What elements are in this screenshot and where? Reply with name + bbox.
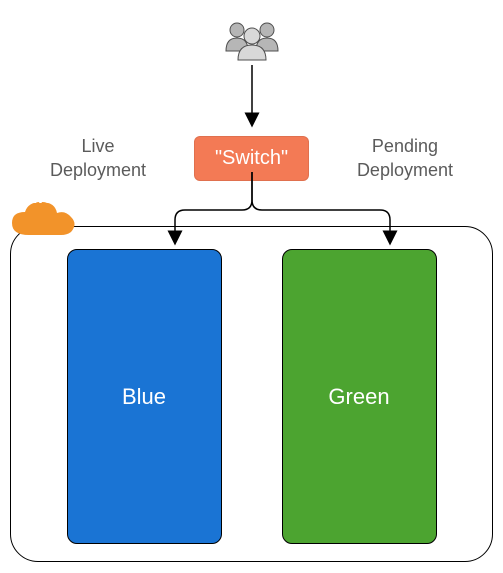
switch-button: "Switch" <box>194 136 309 181</box>
live-deployment-label: LiveDeployment <box>50 134 146 183</box>
blue-environment: Blue <box>67 249 222 544</box>
green-environment: Green <box>282 249 437 544</box>
diagram-root: LiveDeployment "Switch" PendingDeploymen… <box>0 0 503 573</box>
aws-cloud-container: AWS Blue Green <box>10 226 493 562</box>
environments-row: Blue Green <box>11 249 492 544</box>
aws-cloud-icon: AWS <box>9 199 79 244</box>
label-row: LiveDeployment "Switch" PendingDeploymen… <box>0 134 503 183</box>
aws-label: AWS <box>23 191 53 206</box>
pending-deployment-label: PendingDeployment <box>357 134 453 183</box>
users-icon <box>222 18 282 63</box>
